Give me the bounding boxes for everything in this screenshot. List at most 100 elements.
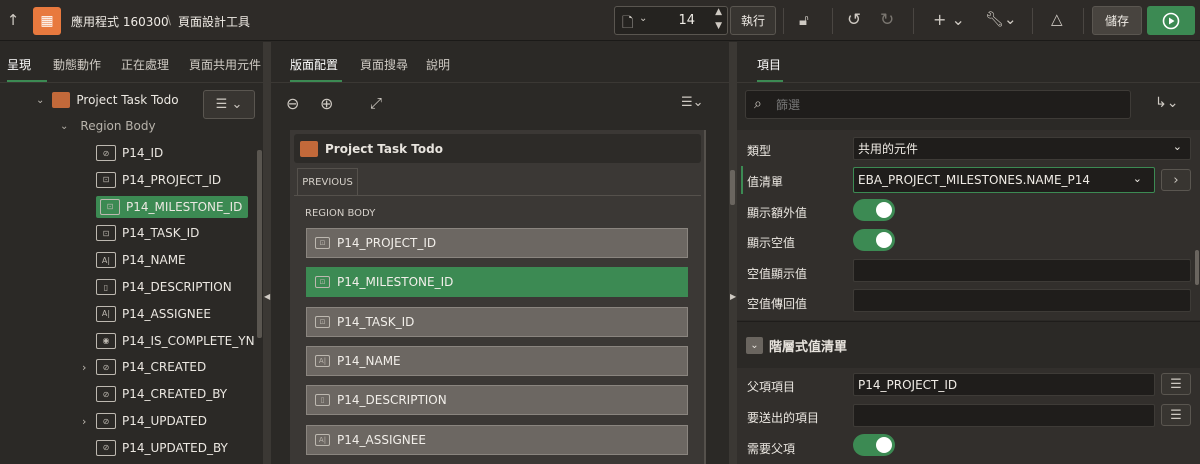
app-name-breadcrumb[interactable]: 應用程式 160300 bbox=[71, 13, 169, 30]
layout-menu-icon[interactable]: ☰⌄ bbox=[681, 95, 704, 110]
center-tabs: 版面配置 頁面搜尋 說明 bbox=[290, 42, 450, 82]
tab-layout[interactable]: 版面配置 bbox=[290, 42, 342, 82]
tree-item[interactable]: ⊡ P14_TASK_ID bbox=[82, 220, 199, 246]
display-extra-toggle[interactable] bbox=[853, 199, 895, 221]
canvas-item[interactable]: A| P14_NAME bbox=[306, 345, 688, 376]
parent-item-input[interactable]: P14_PROJECT_ID bbox=[853, 373, 1155, 396]
tree-item[interactable]: ▯ P14_DESCRIPTION bbox=[82, 274, 232, 300]
tab-processing[interactable]: 正在處理 bbox=[121, 42, 189, 82]
goto-group-icon[interactable]: ↳⌄ bbox=[1155, 95, 1178, 111]
left-splitter[interactable]: ◀ bbox=[263, 42, 271, 464]
null-return-input[interactable] bbox=[853, 289, 1191, 312]
page-number-input[interactable]: 14 bbox=[678, 13, 695, 28]
tree-item[interactable]: ⊡ P14_MILESTONE_ID bbox=[82, 194, 249, 220]
page-stepper-down-icon[interactable]: ▼ bbox=[715, 21, 722, 31]
chevron-down-icon: ⌄ bbox=[1172, 140, 1182, 153]
tree-region-node[interactable]: ⌄ Project Task Todo bbox=[36, 87, 179, 113]
tab-page-shared-components[interactable]: 頁面共用元件 bbox=[189, 42, 261, 82]
page-stepper-up-icon[interactable]: ▲ bbox=[715, 7, 722, 17]
create-menu-icon[interactable]: + ⌄ bbox=[933, 10, 965, 29]
lov-select[interactable]: EBA_PROJECT_MILESTONES.NAME_P14 ⌄ bbox=[853, 167, 1155, 193]
lov-goto-button[interactable]: › bbox=[1161, 169, 1191, 191]
expand-icon[interactable]: ⤢ bbox=[370, 94, 382, 112]
cascade-section-header[interactable]: ⌄ 階層式值清單 bbox=[746, 336, 847, 355]
popup-lov-icon: ⊡ bbox=[100, 198, 120, 215]
tree-item[interactable]: ⊘ P14_CREATED_BY bbox=[82, 381, 227, 407]
tree-region-body-node[interactable]: ⌄ Region Body bbox=[60, 113, 156, 139]
utilities-wrench-icon[interactable]: 🔧︎⌄ bbox=[985, 10, 1017, 28]
tab-help[interactable]: 說明 bbox=[426, 42, 450, 82]
display-null-toggle[interactable] bbox=[853, 229, 895, 251]
run-button[interactable]: 執行 bbox=[730, 6, 776, 35]
filter-box[interactable]: ⌕ bbox=[745, 90, 1131, 119]
tree-item[interactable]: ⊘ P14_ID bbox=[82, 140, 163, 166]
tree-item[interactable]: A| P14_ASSIGNEE bbox=[82, 301, 211, 327]
parent-required-toggle[interactable] bbox=[853, 434, 895, 456]
zoom-in-icon[interactable]: ⊕ bbox=[320, 94, 333, 113]
chevron-right-icon[interactable]: › bbox=[82, 361, 96, 374]
tree-item[interactable]: › ⊘ P14_UPDATED bbox=[82, 408, 207, 434]
page-selector[interactable]: 🗋 ⌄ 14 ▲ ▼ bbox=[614, 6, 728, 35]
canvas-item[interactable]: ▯ P14_DESCRIPTION bbox=[306, 385, 688, 416]
null-display-label: 空值顯示值 bbox=[747, 267, 808, 281]
page-icon[interactable]: 🗋 bbox=[622, 12, 633, 36]
right-scrollbar[interactable] bbox=[1195, 250, 1199, 285]
tree-item[interactable]: ◉ P14_IS_COMPLETE_YN bbox=[82, 328, 255, 354]
canvas-item-label: P14_PROJECT_ID bbox=[337, 236, 437, 250]
zoom-out-icon[interactable]: ⊖ bbox=[286, 94, 299, 113]
hidden-item-icon: ⊘ bbox=[96, 439, 116, 456]
tree-item[interactable]: › ⊘ P14_CREATED bbox=[82, 354, 206, 380]
type-select[interactable]: 共用的元件 ⌄ bbox=[853, 137, 1191, 160]
canvas-scrollbar[interactable] bbox=[704, 130, 706, 464]
canvas-divider bbox=[294, 195, 701, 196]
left-scrollbar[interactable] bbox=[257, 150, 262, 338]
text-field-icon: A| bbox=[315, 433, 330, 446]
save-and-run-button[interactable] bbox=[1147, 6, 1195, 35]
parent-item-list-button[interactable]: ☰ bbox=[1161, 373, 1191, 395]
chevron-right-icon[interactable]: › bbox=[82, 415, 96, 428]
app-icon[interactable]: ▦ bbox=[33, 7, 61, 35]
items-to-submit-list-button[interactable]: ☰ bbox=[1161, 404, 1191, 426]
undo-icon[interactable]: ↺ bbox=[847, 10, 861, 30]
tree-item[interactable]: ⊘ P14_UPDATED_BY bbox=[82, 435, 228, 461]
filter-input[interactable] bbox=[776, 96, 1116, 114]
tree-item-label: P14_PROJECT_ID bbox=[122, 172, 222, 187]
popup-lov-icon: ⊡ bbox=[96, 225, 116, 242]
items-to-submit-input[interactable] bbox=[853, 404, 1155, 427]
list-icon: ☰ bbox=[1170, 376, 1182, 392]
chevron-down-icon[interactable]: ⌄ bbox=[36, 95, 44, 106]
right-splitter[interactable]: ▶ bbox=[729, 42, 737, 464]
chevron-down-icon[interactable]: ⌄ bbox=[639, 13, 647, 24]
chevron-down-icon[interactable]: ⌄ bbox=[60, 121, 68, 132]
canvas-item[interactable]: ⊡ P14_MILESTONE_ID bbox=[306, 267, 688, 298]
tree-item-label: P14_DESCRIPTION bbox=[122, 280, 232, 294]
tree-menu-button[interactable]: ☰ ⌄ bbox=[203, 90, 255, 119]
hidden-item-icon: ⊘ bbox=[96, 413, 116, 429]
tab-page-search[interactable]: 頁面搜尋 bbox=[360, 42, 426, 82]
tab-rendering[interactable]: 呈現 bbox=[7, 42, 47, 82]
tab-divider bbox=[737, 82, 1200, 83]
canvas-item[interactable]: ⊡ P14_TASK_ID bbox=[306, 306, 688, 337]
canvas-item-label: P14_NAME bbox=[337, 353, 401, 368]
redo-icon[interactable]: ↻ bbox=[880, 10, 894, 30]
save-button[interactable]: 儲存 bbox=[1092, 6, 1142, 35]
toolbar-divider bbox=[913, 8, 914, 34]
tree-item[interactable]: ⊡ P14_PROJECT_ID bbox=[82, 167, 221, 193]
canvas-item[interactable]: A| P14_ASSIGNEE bbox=[306, 424, 688, 455]
tab-item-properties[interactable]: 項目 bbox=[757, 42, 783, 82]
text-field-icon: A| bbox=[315, 354, 330, 367]
shared-components-icon[interactable]: △ bbox=[1051, 10, 1063, 28]
text-field-icon: A| bbox=[96, 305, 116, 322]
null-display-input[interactable] bbox=[853, 259, 1191, 282]
previous-position[interactable]: PREVIOUS bbox=[297, 168, 358, 195]
arrow-up-icon[interactable]: ↑ bbox=[5, 11, 21, 29]
active-row-marker bbox=[741, 166, 743, 194]
lock-icon[interactable]: 🔓︎ bbox=[799, 11, 809, 29]
collapse-icon[interactable]: ⌄ bbox=[746, 337, 763, 354]
tree-item[interactable]: A| P14_NAME bbox=[82, 247, 186, 273]
canvas-item[interactable]: ⊡ P14_PROJECT_ID bbox=[306, 228, 688, 258]
region-icon bbox=[52, 92, 71, 108]
canvas-region-header[interactable]: Project Task Todo bbox=[294, 134, 701, 163]
tab-dynamic-actions[interactable]: 動態動作 bbox=[53, 42, 121, 82]
search-icon: ⌕ bbox=[754, 96, 762, 112]
